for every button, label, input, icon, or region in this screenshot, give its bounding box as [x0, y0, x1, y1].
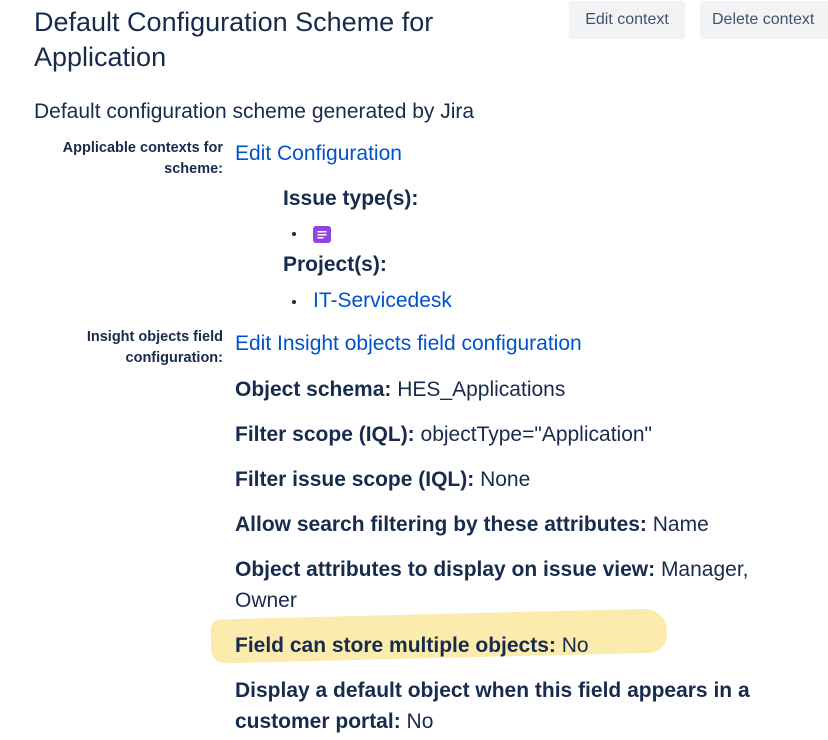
property-value: None — [480, 468, 531, 491]
property-multiple-objects: Field can store multiple objects: No — [235, 630, 800, 661]
property-value: HES_Applications — [397, 378, 566, 401]
property-key: Filter issue scope (IQL): — [235, 468, 475, 491]
project-link-it-servicedesk[interactable]: IT-Servicedesk — [313, 287, 452, 315]
property-value: No — [561, 634, 589, 657]
page-title: Default Configuration Scheme for Applica… — [34, 7, 434, 72]
property-key: Object schema: — [235, 378, 392, 401]
edit-configuration-link[interactable]: Edit Configuration — [235, 140, 402, 168]
contexts-label: Applicable contexts for scheme: — [62, 140, 223, 177]
property-key: Allow search filtering by these attribut… — [235, 513, 647, 536]
edit-context-button[interactable]: Edit context — [569, 1, 685, 39]
property-default-object-portal: Display a default object when this field… — [235, 675, 800, 737]
project-bullet — [292, 300, 298, 306]
property-search-filtering: Allow search filtering by these attribut… — [235, 509, 800, 540]
property-value: Name — [652, 513, 709, 536]
property-filter-scope: Filter scope (IQL): objectType="Applicat… — [235, 419, 800, 450]
issue-type-bullet — [292, 232, 298, 238]
property-key: Field can store multiple objects: — [235, 634, 556, 657]
projects-heading: Project(s): — [283, 253, 387, 276]
property-key: Filter scope (IQL): — [235, 423, 415, 446]
delete-context-button[interactable]: Delete context — [700, 1, 828, 39]
edit-insight-config-link[interactable]: Edit Insight objects field configuration — [235, 330, 582, 358]
scheme-description: Default configuration scheme generated b… — [34, 100, 475, 123]
property-object-schema: Object schema: HES_Applications — [235, 374, 800, 405]
property-value: No — [406, 710, 434, 733]
property-filter-issue-scope: Filter issue scope (IQL): None — [235, 464, 800, 495]
property-key: Object attributes to display on issue vi… — [235, 558, 656, 581]
property-display-attributes: Object attributes to display on issue vi… — [235, 554, 800, 616]
property-key: Display a default object when this field… — [235, 679, 750, 733]
insight-config-label: Insight objects field configuration: — [86, 329, 223, 366]
issue-types-heading: Issue type(s): — [283, 187, 419, 210]
issue-type-icon — [313, 226, 331, 243]
property-value: objectType="Application" — [420, 423, 653, 446]
